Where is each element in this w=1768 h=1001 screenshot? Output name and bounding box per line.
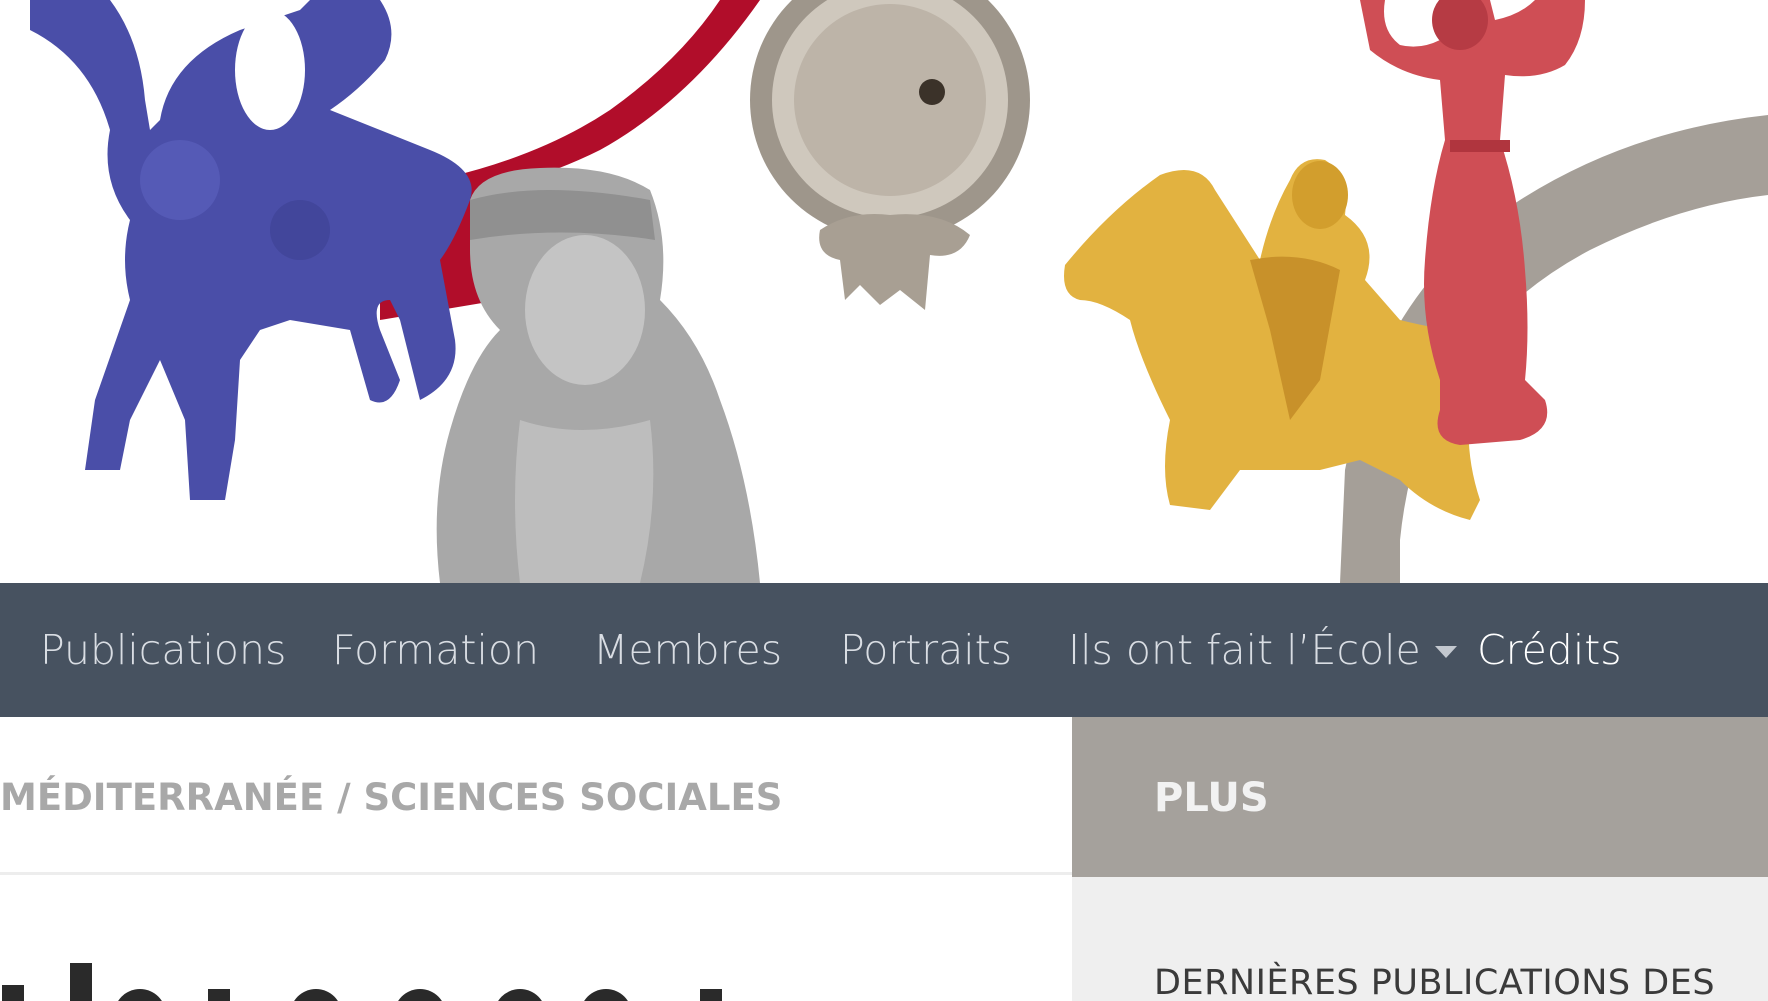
nav-item-label: Ils ont fait l’École [1068,626,1421,674]
chevron-down-icon [1434,646,1457,658]
page: Publications Formation Membres Portraits… [0,0,1768,1001]
sidebar-link-latest-publications[interactable]: DERNIÈRES PUBLICATIONS DES [1154,963,1715,1001]
nav-item-portraits[interactable]: Portraits [840,583,1012,717]
cropped-title-glyphs [2,963,722,1001]
nav-item-ils-ont-fait-l-ecole[interactable]: Ils ont fait l’École [1068,583,1457,717]
main-nav: Publications Formation Membres Portraits… [0,583,1768,717]
nav-item-publications[interactable]: Publications [40,583,286,717]
sidebar-heading-label: PLUS [1154,775,1269,821]
nav-item-label: Publications [40,626,287,674]
oil-lamp-medallion [750,0,1030,310]
nav-item-formation[interactable]: Formation [332,583,539,717]
yellow-rider-figurine [1064,159,1482,520]
breadcrumb[interactable]: MÉDITERRANÉE / SCIENCES SOCIALES [0,717,1072,875]
article-title-fragment [0,955,900,1001]
nav-item-membres[interactable]: Membres [593,583,782,717]
breadcrumb-label: MÉDITERRANÉE / SCIENCES SOCIALES [0,776,783,819]
nav-item-label: Membres [593,626,783,674]
hero-banner [0,0,1768,583]
nav-item-label: Formation [332,626,539,674]
blue-horse-figurine [30,0,472,500]
hero-illustration [30,0,1768,583]
nav-item-label: Crédits [1477,626,1622,674]
sidebar-heading: PLUS [1072,717,1768,877]
sidebar-list: DERNIÈRES PUBLICATIONS DES [1072,877,1768,1001]
terracotta-bust [436,167,760,583]
nav-item-label: Portraits [840,626,1013,674]
nav-item-credits[interactable]: Crédits [1477,583,1622,717]
